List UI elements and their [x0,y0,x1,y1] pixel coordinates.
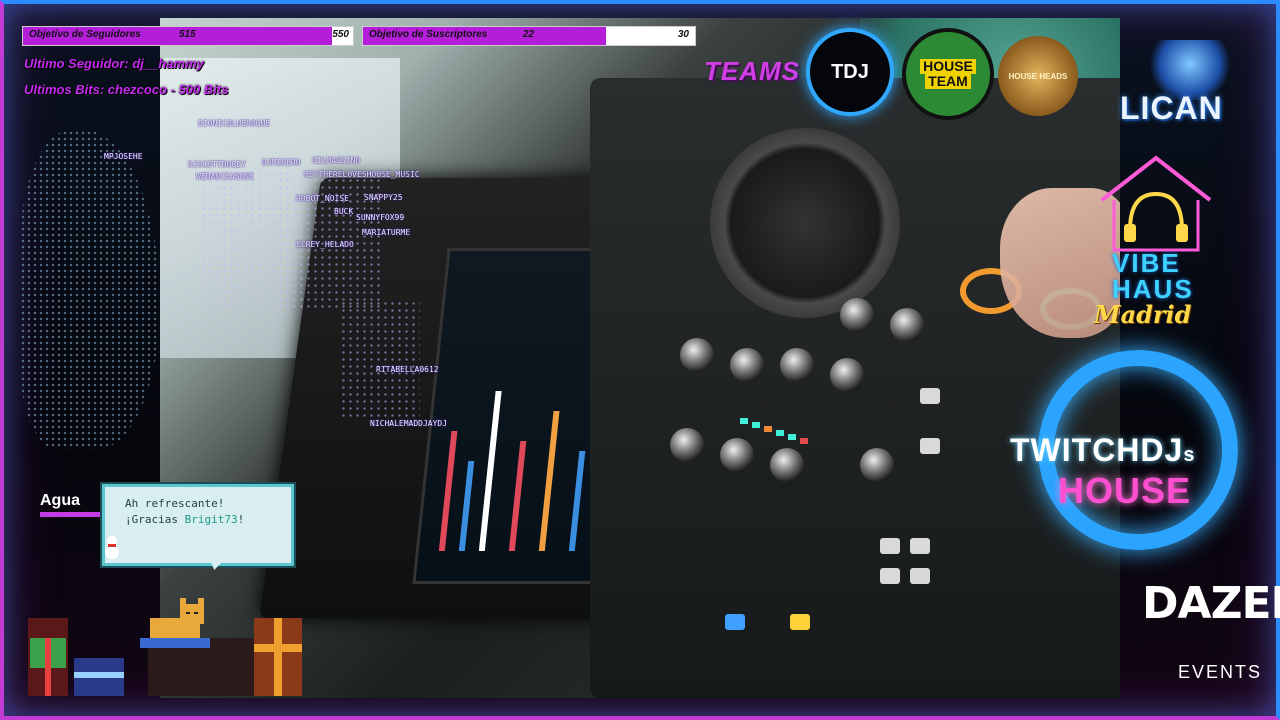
speech-line-2-suffix: ! [237,513,245,526]
chatter-name: GILMAGSINO [312,156,361,165]
twitchdjs-title-suffix: s [1183,444,1196,466]
snowman-icon [105,536,119,559]
chatter-name: MARIATURME [362,228,411,237]
subscribers-goal-bar: Objetivo de Suscriptores 22 30 [362,26,696,46]
chatter-name: MPJOSEHE [104,152,143,161]
jog-wheel [710,128,900,318]
mixer-knob [670,428,704,462]
speech-line-2: ¡Gracias Brigit73! [125,513,244,526]
mixer-knob [830,358,864,392]
vu-led [752,422,760,428]
mixer-knob [840,298,874,332]
house-team-badge: HOUSE TEAM [902,28,994,120]
vu-led [800,438,808,444]
mixer-knob [730,348,764,382]
chatter-name: RITABELLA0612 [376,365,439,374]
mixer-pad [920,388,940,404]
tdj-badge-text: TDJ [831,60,869,83]
house-team-badge-line2: TEAM [925,74,971,89]
chatter-name: DJSCOTTDUGEY [188,160,246,169]
chatter-name: BIONICBLUEROGUE [198,119,271,128]
house-heads-badge: HOUSE HEADS [998,36,1078,116]
followers-goal-current: 515 [179,29,196,40]
mixer-pad [880,538,900,554]
chatter-name: ELREY_HELADO [296,240,354,249]
mixer-pad [920,438,940,454]
pixel-cat-icon [140,598,210,648]
vu-led [764,426,772,432]
subscribers-goal-target: 30 [677,29,689,40]
vu-led [776,430,784,436]
chatter-name: WEDANCEASONE [196,172,254,181]
speech-line-2-prefix: ¡Gracias [125,513,185,526]
mixer-knob [680,338,714,372]
last-follower-text: Ultimo Seguidor: dj__hammy [24,56,204,71]
house-headphones-icon [1100,155,1212,252]
speech-line-1: Ah refrescante! [125,497,225,510]
mixer-pad [790,614,810,630]
last-bits-text: Ultimos Bits: chezcoco - 500 Bits [24,82,229,97]
house-heads-badge-text: HOUSE HEADS [1008,71,1068,81]
followers-goal-bar: Objetivo de Seguidores 515 550 [22,26,354,46]
mixer-knob [890,308,924,342]
water-speech-bubble: Ah refrescante! ¡Gracias Brigit73! [102,484,294,566]
twitchdjs-house: HOUSE [1058,470,1192,511]
water-widget-label: Agua [40,492,80,509]
dazed-events-text: EVENTS [1178,662,1263,682]
chatter-name: SNAPPY25 [364,193,403,202]
chatter-name: HEYTHERELOVESHOUSE_MUSIC [304,170,420,179]
lican-logo-text: LICAN [1120,90,1223,126]
vu-led [788,434,796,440]
vibe-haus-madrid: Madrid [1094,300,1192,329]
mixer-pad [725,614,745,630]
chatter-name: SUNNYFOX99 [356,213,405,222]
house-team-badge-line1: HOUSE [920,59,976,74]
mixer-pad [910,568,930,584]
followers-goal-label: Objetivo de Seguidores [29,29,141,40]
followers-goal-target: 550 [332,29,349,40]
dazed-logo-text: DAZED [1142,578,1280,629]
chatter-name: ROBOT_NOISE [296,194,349,203]
chatter-name: NICHALEMADDJAYDJ [370,419,448,428]
chatter-name: DJMINERO [262,158,301,167]
teams-label: TEAMS [704,56,800,86]
subscribers-goal-current: 22 [523,29,535,40]
mixer-knob [770,448,804,482]
mixer-pad [910,538,930,554]
speech-line-2-name: Brigit73 [184,513,238,526]
mixer-knob [780,348,814,382]
mixer-knob [860,448,894,482]
twitchdjs-title: TWITCHDJs [1010,432,1195,469]
tdj-badge: TDJ [806,28,894,116]
particle-cloud [340,300,420,420]
camera-feed [160,18,1120,698]
mixer-pad [880,568,900,584]
chatter-name: BUCK [334,207,354,216]
mixer-knob [720,438,754,472]
twitchdjs-title-main: TWITCHDJ [1010,432,1184,468]
vu-led [740,418,748,424]
subscribers-goal-label: Objetivo de Suscriptores [369,29,488,40]
